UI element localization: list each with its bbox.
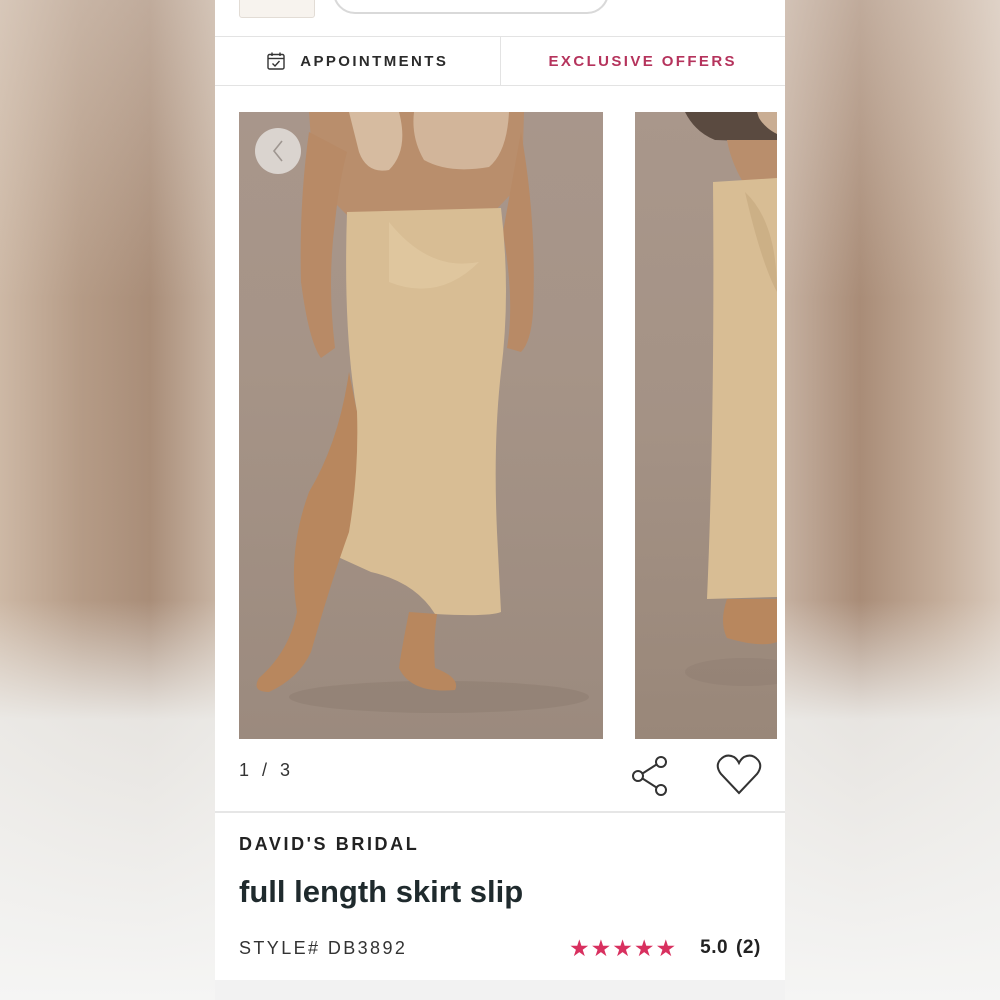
product-image-back[interactable]: [635, 112, 777, 739]
header-logo-partial[interactable]: [239, 0, 315, 18]
review-count[interactable]: (2): [736, 937, 761, 959]
image-counter: 1 / 3: [239, 760, 295, 780]
share-icon: [632, 756, 667, 796]
calendar-icon: [267, 52, 285, 70]
product-title: full length skirt slip: [239, 874, 524, 909]
star-icon: ★: [633, 935, 655, 961]
appointments-label: APPOINTMENTS: [300, 52, 449, 70]
product-brand[interactable]: DAVID'S BRIDAL: [239, 834, 419, 855]
product-rating[interactable]: ★ ★ ★ ★ ★ 5.0 (2): [569, 936, 761, 960]
product-image-front[interactable]: [239, 112, 603, 739]
model-front-illustration: [256, 112, 589, 713]
promo-tabbar: APPOINTMENTS EXCLUSIVE OFFERS: [215, 36, 785, 86]
search-bar-partial[interactable]: [333, 0, 609, 14]
share-button[interactable]: [629, 754, 673, 798]
product-style-number: STYLE# DB3892: [239, 938, 408, 958]
appointments-tab[interactable]: APPOINTMENTS: [215, 37, 501, 85]
previous-image-button[interactable]: [255, 128, 301, 174]
star-icon: ★: [655, 935, 677, 961]
product-page: APPOINTMENTS EXCLUSIVE OFFERS 1 / 3 DAVI…: [215, 0, 785, 1000]
heart-icon: [716, 754, 762, 795]
favorite-button[interactable]: [715, 752, 763, 798]
section-divider: [215, 811, 785, 813]
page-bottom-edge: [215, 980, 785, 1000]
star-icon: ★: [612, 935, 633, 961]
star-icon: ★: [569, 935, 590, 961]
rating-value: 5.0: [700, 937, 729, 958]
product-image-carousel[interactable]: [239, 112, 785, 739]
exclusive-offers-label: EXCLUSIVE OFFERS: [548, 52, 737, 70]
star-icon: ★: [590, 935, 612, 961]
rating-stars: ★ ★ ★ ★ ★: [569, 936, 676, 960]
chevron-left-icon: [272, 140, 283, 162]
model-back-illustration: [685, 112, 777, 686]
exclusive-offers-tab[interactable]: EXCLUSIVE OFFERS: [501, 37, 786, 85]
